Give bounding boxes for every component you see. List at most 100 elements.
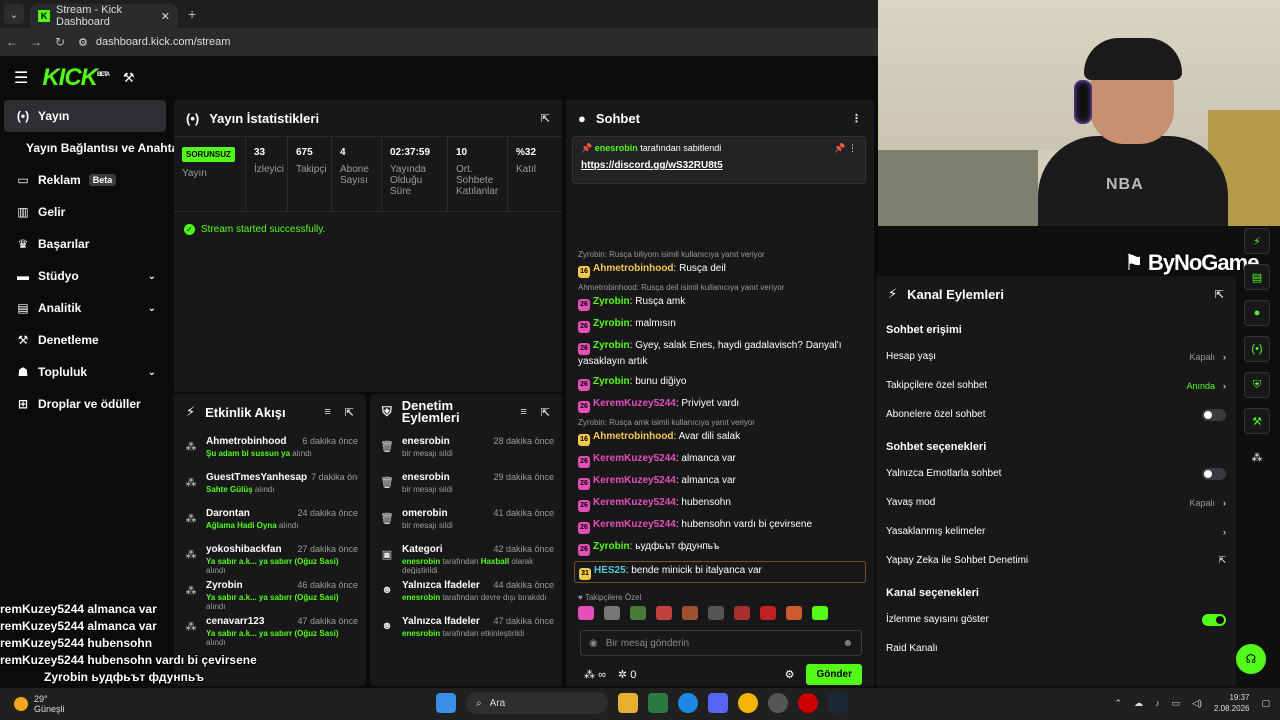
chat-message[interactable]: 26 KeremKuzey5244: hubensohn vardı bi çev… xyxy=(566,515,874,537)
popout-icon[interactable]: ⇱ xyxy=(541,112,550,125)
chat-input[interactable]: ◉ Bir mesaj gönderin ☻ xyxy=(580,630,862,656)
sidebar-item[interactable]: ▭ Reklam Beta xyxy=(0,164,170,196)
url-field[interactable]: ⚙ dashboard.kick.com/stream xyxy=(78,36,230,49)
toggle-switch[interactable] xyxy=(1202,613,1226,626)
chat-username[interactable]: KeremKuzey5244 xyxy=(593,497,676,508)
windows-start-icon[interactable] xyxy=(436,693,456,713)
chat-username[interactable]: Zyrobin xyxy=(593,376,630,387)
kick-logo[interactable]: KICKBETA xyxy=(42,64,110,92)
more-options-icon[interactable]: ⋮ xyxy=(851,112,862,125)
chat-username[interactable]: KeremKuzey5244 xyxy=(593,453,676,464)
sidebar-item[interactable]: ⚒ Denetleme xyxy=(0,324,170,356)
opera-icon[interactable] xyxy=(798,693,818,713)
chevron-down-icon[interactable]: ⌄ xyxy=(148,367,156,378)
chat-message[interactable]: 16 Ahmetrobinhood: Avar dili salak xyxy=(566,427,874,449)
steam-icon[interactable] xyxy=(828,693,848,713)
activity-user[interactable]: Ahmetrobinhood xyxy=(206,436,287,447)
channel-option-row[interactable]: Takipçilere özel sohbet Anında › xyxy=(876,371,1236,400)
emote-icon[interactable] xyxy=(604,606,620,620)
file-explorer-icon[interactable] xyxy=(618,693,638,713)
back-icon[interactable]: ← xyxy=(0,35,24,49)
sidebar-item[interactable]: ▤ Analitik ⌄ xyxy=(0,292,170,324)
shield-icon[interactable]: ⛨ xyxy=(1244,372,1270,398)
help-icon[interactable]: ☊ xyxy=(1236,644,1266,674)
moderation-actor[interactable]: omerobin xyxy=(402,508,448,519)
taskbar-search[interactable]: ⌕ Ara xyxy=(466,692,608,714)
mic-icon[interactable]: ♪ xyxy=(1155,698,1160,708)
clock[interactable]: 19:37 2.08.2026 xyxy=(1214,692,1250,714)
new-tab-icon[interactable]: + xyxy=(188,6,196,22)
chat-message[interactable]: 26 KeremKuzey5244: Priviyet vardı xyxy=(566,394,874,416)
chat-username[interactable]: Zyrobin xyxy=(593,340,630,351)
activity-user[interactable]: Darontan xyxy=(206,508,250,519)
app-icon[interactable] xyxy=(648,693,668,713)
reload-icon[interactable]: ↻ xyxy=(48,35,72,49)
chat-message[interactable]: 26 Zyrobin: Rusça amk xyxy=(566,292,874,314)
cloud-icon[interactable]: ☁ xyxy=(1134,698,1143,709)
emote-icon[interactable] xyxy=(734,606,750,620)
toggle-switch[interactable] xyxy=(1202,408,1226,421)
moderation-actor[interactable]: Kategori xyxy=(402,544,443,555)
emote-icon[interactable] xyxy=(682,606,698,620)
sidebar-item[interactable]: ♛ Başarılar xyxy=(0,228,170,260)
popout-icon[interactable]: ⇱ xyxy=(1215,288,1224,301)
moderation-actor[interactable]: Yalnızca İfadeler xyxy=(402,616,480,627)
network-icon[interactable]: ▭ xyxy=(1171,698,1180,709)
forward-icon[interactable]: → xyxy=(24,35,48,49)
chat-message[interactable]: 26 KeremKuzey5244: almanca var xyxy=(566,471,874,493)
pinned-link[interactable]: https://discord.gg/wS32RU8t5 xyxy=(581,160,857,171)
emote-icon[interactable] xyxy=(786,606,802,620)
chat-message[interactable]: 26 Zyrobin: ьудфьът фдунпьъ xyxy=(566,537,874,559)
chat-username[interactable]: KeremKuzey5244 xyxy=(593,519,676,530)
chevron-down-icon[interactable]: ⌄ xyxy=(148,271,156,282)
channel-option-row[interactable]: Yalnızca Emotlarla sohbet xyxy=(876,459,1236,488)
discord-icon[interactable] xyxy=(708,693,728,713)
pinned-message[interactable]: 📌 enesrobin tarafından sabitlendi 📌 ⋮ ht… xyxy=(572,136,866,184)
emote-icon[interactable] xyxy=(708,606,724,620)
popout-icon[interactable]: ⇱ xyxy=(345,406,354,419)
chat-message[interactable]: 26 Zyrobin: bunu diğiyo xyxy=(566,372,874,394)
external-link-icon[interactable]: ⇱ xyxy=(1218,555,1226,566)
chat-username[interactable]: KeremKuzey5244 xyxy=(593,475,676,486)
chat-username[interactable]: Ahmetrobinhood xyxy=(593,431,674,442)
toggle-switch[interactable] xyxy=(1202,467,1226,480)
emote-icon[interactable] xyxy=(656,606,672,620)
sidebar-item[interactable]: (•) Yayın xyxy=(4,100,166,132)
channel-option-row[interactable]: Yasaklanmış kelimeler › xyxy=(876,517,1236,546)
activity-user[interactable]: Zyrobin xyxy=(206,580,243,591)
chat-message[interactable]: 26 Zyrobin: Gyey, salak Enes, haydi gadal… xyxy=(566,336,874,372)
emote-icon[interactable] xyxy=(812,606,828,620)
chat-username[interactable]: KeremKuzey5244 xyxy=(593,398,676,409)
infinity-badge[interactable]: ⁂ ∞ xyxy=(584,668,606,681)
channel-option-value[interactable]: Kapalı › xyxy=(1189,498,1226,508)
popout-icon[interactable]: ⇱ xyxy=(541,406,550,419)
lightning-icon[interactable]: ⚡ xyxy=(1244,228,1270,254)
notification-icon[interactable]: ▢ xyxy=(1261,698,1270,709)
document-icon[interactable]: ▤ xyxy=(1244,264,1270,290)
chat-message[interactable]: 26 KeremKuzey5244: almanca var xyxy=(566,449,874,471)
pin-icon[interactable]: 📌 ⋮ xyxy=(834,143,857,154)
weather-widget[interactable]: 29° Güneşli xyxy=(14,694,65,714)
channel-option-value[interactable]: Anında › xyxy=(1186,381,1226,391)
activity-user[interactable]: yokoshibackfan xyxy=(206,544,282,555)
site-info-icon[interactable]: ⚙ xyxy=(78,36,88,49)
activity-user[interactable]: GuestTmesYanhesap xyxy=(206,472,307,483)
chat-username[interactable]: Zyrobin xyxy=(593,296,630,307)
edge-icon[interactable] xyxy=(678,693,698,713)
volume-icon[interactable]: ◁) xyxy=(1192,698,1202,709)
filter-icon[interactable]: ≡ xyxy=(520,406,526,419)
chevron-down-icon[interactable]: ⌄ xyxy=(148,303,156,314)
community-icon[interactable]: ⁂ xyxy=(1244,444,1270,470)
hammer-icon[interactable]: ⚒ xyxy=(123,70,135,86)
channel-option-row[interactable]: Abonelere özel sohbet xyxy=(876,400,1236,429)
emote-icon[interactable] xyxy=(760,606,776,620)
emote-icon[interactable] xyxy=(578,606,594,620)
moderation-actor[interactable]: enesrobin xyxy=(402,472,450,483)
chat-message[interactable]: 26 KeremKuzey5244: hubensohn xyxy=(566,493,874,515)
points-badge[interactable]: ✲ 0 xyxy=(618,668,636,681)
sidebar-item[interactable]: ▬ Stüdyo ⌄ xyxy=(0,260,170,292)
moderation-actor[interactable]: enesrobin xyxy=(402,436,450,447)
close-tab-icon[interactable]: ✕ xyxy=(161,10,170,23)
channel-option-row[interactable]: Yapay Zeka ile Sohbet Denetimi ⇱ xyxy=(876,546,1236,575)
send-button[interactable]: Gönder xyxy=(806,664,862,685)
